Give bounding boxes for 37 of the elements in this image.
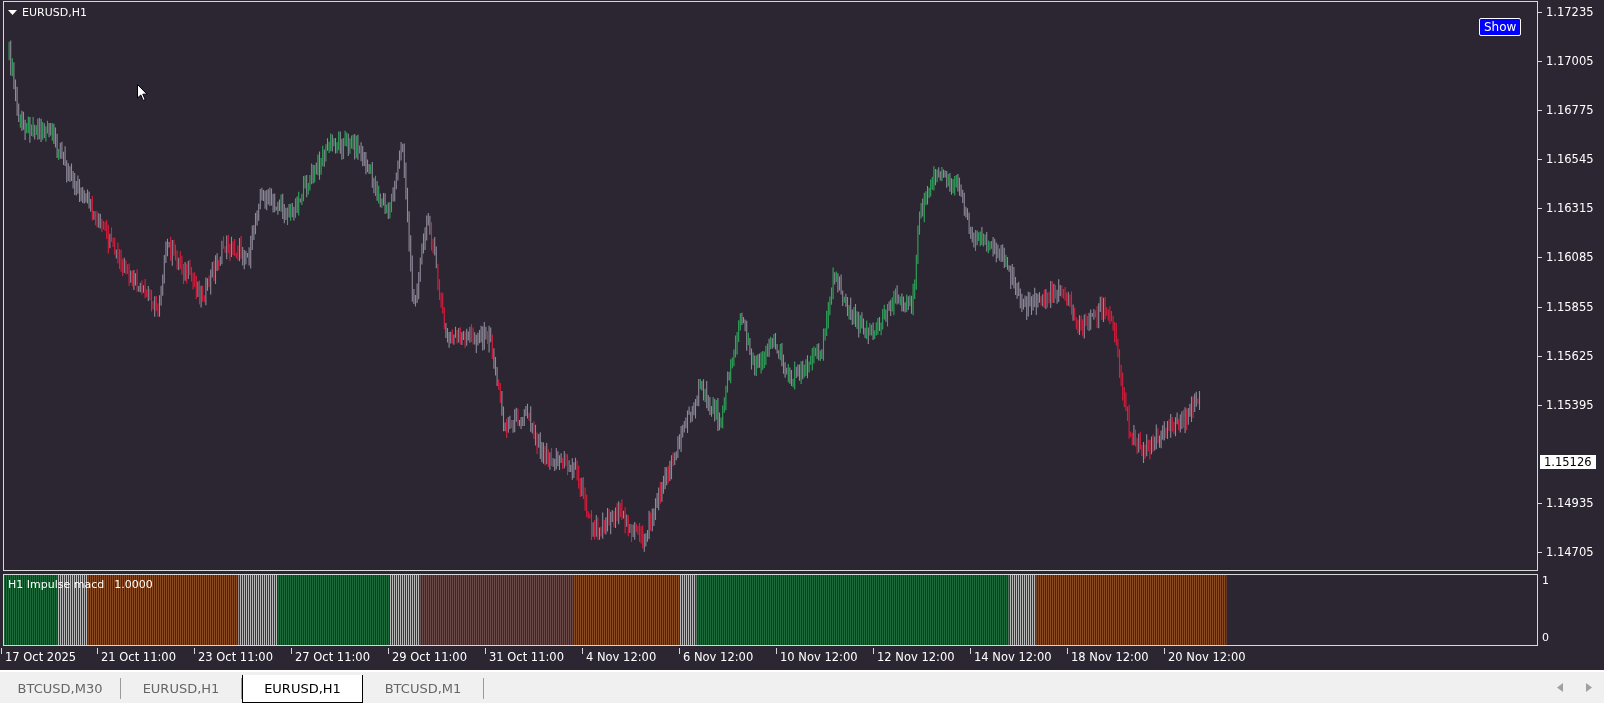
time-axis-label: 18 Nov 12:00 (1071, 650, 1149, 664)
price-axis-label: 1.17235 (1538, 5, 1594, 19)
indicator-value: 1.0000 (114, 578, 153, 591)
chart-symbol-label: EURUSD,H1 (22, 6, 87, 19)
time-axis-label: 10 Nov 12:00 (780, 650, 858, 664)
time-axis-label: 21 Oct 11:00 (101, 650, 176, 664)
time-axis-label: 27 Oct 11:00 (295, 650, 370, 664)
scroll-right-icon[interactable] (1586, 683, 1592, 692)
chart-tab[interactable]: BTCUSD,M30 (0, 678, 121, 699)
indicator-axis-label: 1 (1542, 574, 1550, 587)
indicator-axis-label: 0 (1542, 631, 1550, 644)
price-axis-label: 1.14935 (1538, 495, 1594, 510)
mouse-cursor-icon (137, 84, 148, 101)
show-button[interactable]: Show (1479, 18, 1522, 36)
price-axis-label: 1.16085 (1538, 250, 1594, 265)
time-axis-label: 20 Nov 12:00 (1168, 650, 1246, 664)
price-axis-label: 1.16545 (1538, 152, 1594, 167)
price-axis-label: 1.15395 (1538, 397, 1594, 412)
scroll-left-icon[interactable] (1557, 683, 1563, 692)
time-axis-label: 23 Oct 11:00 (198, 650, 273, 664)
price-axis-label: 1.15855 (1538, 299, 1594, 314)
price-axis-label: 1.14705 (1538, 545, 1594, 560)
time-axis-label: 14 Nov 12:00 (974, 650, 1052, 664)
time-axis-label: 31 Oct 11:00 (489, 650, 564, 664)
price-axis-label: 1.17005 (1538, 54, 1594, 69)
price-axis-label: 1.15625 (1538, 348, 1594, 363)
price-axis-label: 1.16775 (1538, 103, 1594, 118)
dropdown-triangle-icon[interactable] (8, 9, 17, 16)
chart-tab[interactable]: BTCUSD,M1 (363, 678, 484, 699)
time-axis-label: 4 Nov 12:00 (586, 650, 657, 664)
time-axis-label: 12 Nov 12:00 (877, 650, 955, 664)
time-axis-label: 6 Nov 12:00 (683, 650, 754, 664)
chart-tab[interactable]: EURUSD,H1 (242, 675, 363, 703)
current-price-label: 1.15126 (1540, 455, 1596, 469)
price-axis-label: 1.16315 (1538, 201, 1594, 216)
time-axis-label: 17 Oct 2025 (5, 650, 77, 664)
time-axis-label: 29 Oct 11:00 (392, 650, 467, 664)
